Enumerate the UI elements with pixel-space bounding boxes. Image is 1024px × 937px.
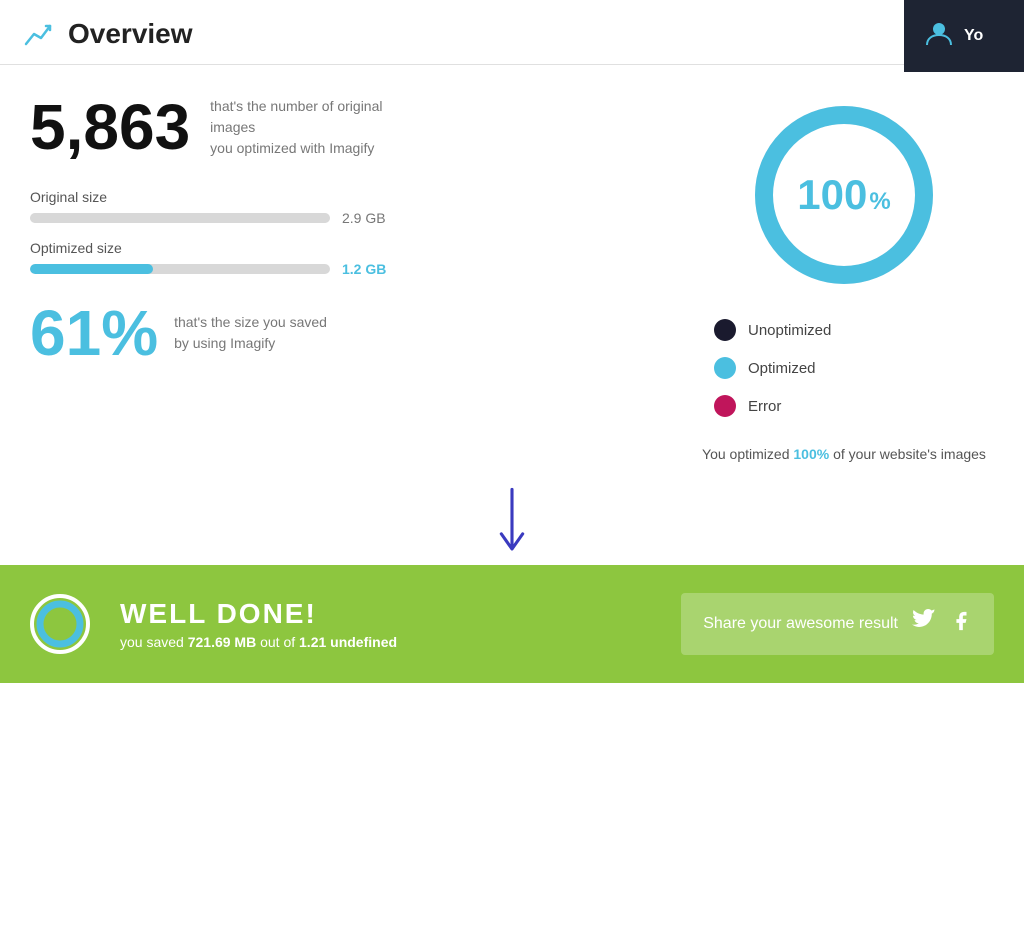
original-size-bar-container: 2.9 GB (30, 210, 654, 226)
optimization-summary: You optimized 100% of your website's ima… (702, 443, 986, 465)
unoptimized-label: Unoptimized (748, 322, 831, 339)
saved-percent-row: 61% that's the size you saved by using I… (30, 301, 654, 365)
optimized-size-bar-fill (30, 264, 153, 274)
unoptimized-dot (714, 319, 736, 341)
error-dot (714, 395, 736, 417)
chart-legend: Unoptimized Optimized Error (694, 319, 994, 433)
optimized-size-row: Optimized size 1.2 GB (30, 240, 654, 277)
down-arrow-icon (492, 485, 532, 565)
legend-error: Error (714, 395, 994, 417)
optimized-size-value: 1.2 GB (342, 261, 386, 277)
image-count: 5,863 (30, 95, 190, 159)
facebook-icon[interactable] (950, 610, 972, 638)
page-header: Overview Yo (0, 0, 1024, 65)
well-done-subtitle: you saved 721.69 MB out of 1.21 undefine… (120, 634, 651, 650)
saved-percent: 61% (30, 301, 158, 365)
legend-optimized: Optimized (714, 357, 994, 379)
saved-desc: that's the size you saved by using Imagi… (174, 312, 327, 354)
original-size-bar-fill (30, 213, 330, 223)
well-done-title: WELL DONE! (120, 598, 651, 630)
optimized-dot (714, 357, 736, 379)
donut-center-value: 100% (797, 171, 890, 219)
original-size-bar-bg (30, 213, 330, 223)
user-icon (924, 18, 954, 55)
left-column: 5,863 that's the number of original imag… (30, 95, 654, 465)
legend-unoptimized: Unoptimized (714, 319, 994, 341)
optimized-size-bar-bg (30, 264, 330, 274)
right-column: 100% Unoptimized Optimized Error You opt… (694, 95, 994, 465)
original-size-row: Original size 2.9 GB (30, 189, 654, 226)
page-title: Overview (68, 18, 193, 50)
user-label: Yo (964, 27, 983, 45)
chart-icon (24, 18, 56, 50)
image-count-row: 5,863 that's the number of original imag… (30, 95, 654, 159)
original-size-value: 2.9 GB (342, 210, 386, 226)
badge-icon (30, 594, 90, 654)
donut-chart: 100% (744, 95, 944, 295)
success-banner: WELL DONE! you saved 721.69 MB out of 1.… (0, 565, 1024, 683)
well-done-section: WELL DONE! you saved 721.69 MB out of 1.… (120, 598, 651, 650)
share-label: Share your awesome result (703, 615, 898, 633)
original-size-label: Original size (30, 189, 654, 205)
optimized-size-bar-container: 1.2 GB (30, 261, 654, 277)
twitter-icon[interactable] (912, 609, 936, 639)
arrow-container (0, 485, 1024, 565)
image-count-desc: that's the number of original images you… (210, 96, 410, 159)
main-content: 5,863 that's the number of original imag… (0, 65, 1024, 465)
share-button[interactable]: Share your awesome result (681, 593, 994, 655)
optimized-size-label: Optimized size (30, 240, 654, 256)
optimized-label: Optimized (748, 360, 816, 377)
user-badge[interactable]: Yo (904, 0, 1024, 72)
error-label: Error (748, 398, 781, 415)
